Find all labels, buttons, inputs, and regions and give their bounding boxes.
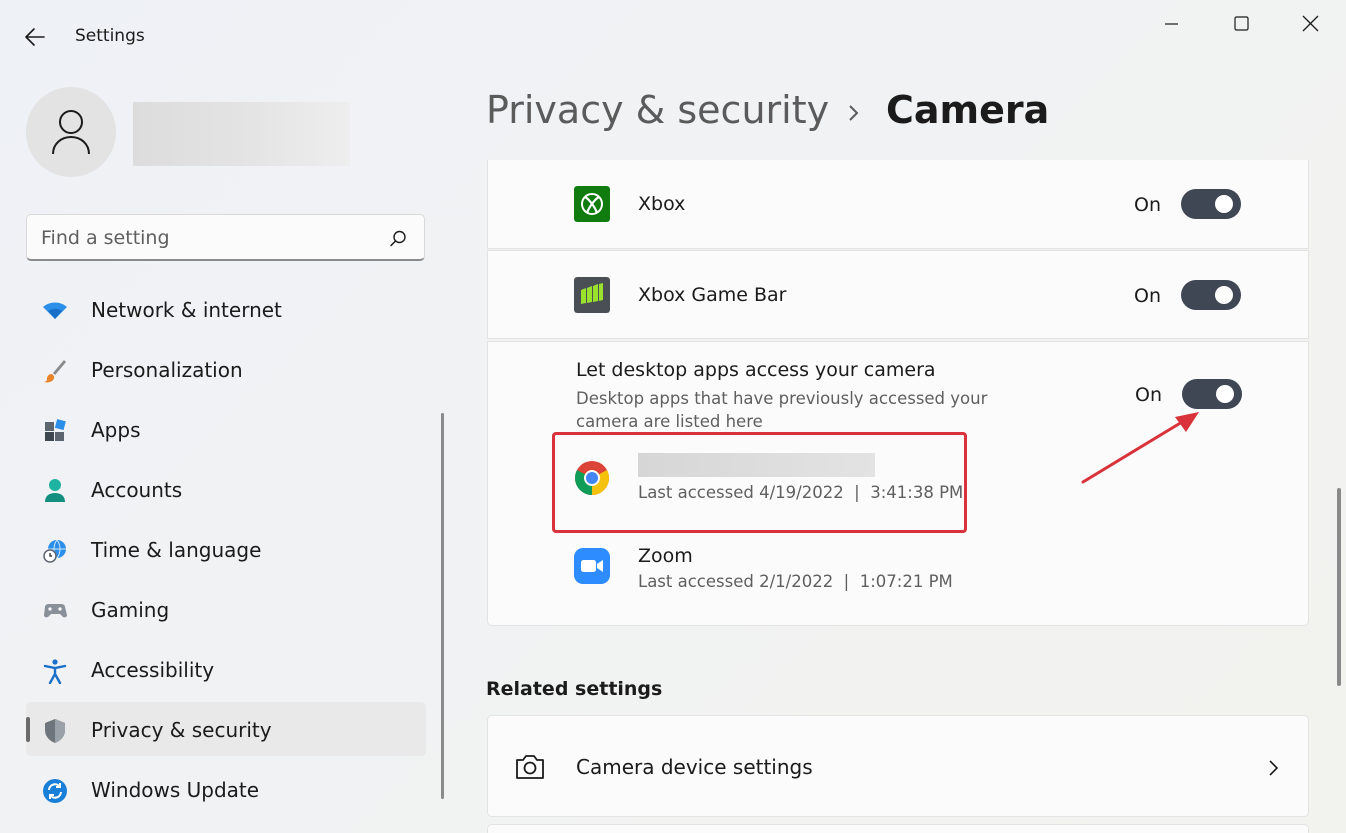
last-accessed-text: Last accessed 2/1/2022 | 1:07:21 PM: [638, 572, 953, 591]
app-name: Xbox Game Bar: [638, 284, 787, 306]
gamepad-icon: [44, 604, 67, 618]
accounts-icon: [45, 479, 65, 502]
desktop-apps-description: Desktop apps that have previously access…: [576, 389, 988, 431]
back-button[interactable]: [22, 24, 48, 50]
update-icon: [43, 779, 67, 803]
sidebar-item-windows-update[interactable]: Windows Update: [26, 762, 426, 816]
person-icon: [52, 110, 90, 155]
chevron-right-icon: [1269, 760, 1279, 776]
toggle-state-label: On: [1135, 384, 1162, 406]
apps-icon: [45, 419, 66, 441]
desktop-apps-title: Let desktop apps access your camera: [576, 359, 936, 381]
sidebar-nav: Network & internet Personalization Apps …: [26, 282, 426, 822]
close-icon: [1302, 15, 1319, 32]
sidebar-item-apps[interactable]: Apps: [26, 402, 426, 456]
app-row-xbox: Xbox On: [487, 160, 1309, 249]
maximize-icon: [1234, 16, 1249, 31]
title-bar: Settings: [0, 0, 1346, 70]
sidebar-item-label: Network & internet: [91, 298, 282, 322]
annotation-arrow-icon: [1081, 412, 1199, 484]
app-title: Settings: [75, 26, 145, 46]
sidebar-item-label: Privacy & security: [91, 718, 272, 742]
sidebar-item-accessibility[interactable]: Accessibility: [26, 642, 426, 696]
highlight-box: [552, 432, 967, 533]
maximize-button[interactable]: [1218, 10, 1264, 38]
xbox-camera-toggle[interactable]: [1181, 189, 1241, 219]
camera-icon: [516, 755, 544, 779]
app-row-xbox-game-bar: Xbox Game Bar On: [487, 250, 1309, 339]
globe-clock-icon: [43, 539, 66, 563]
search-icon[interactable]: [388, 229, 408, 249]
app-name: Zoom: [638, 545, 693, 567]
sidebar-item-time-language[interactable]: Time & language: [26, 522, 426, 576]
sidebar-item-label: Apps: [91, 418, 141, 442]
sidebar-scrollbar[interactable]: [441, 413, 444, 799]
toggle-state-label: On: [1134, 194, 1161, 216]
avatar[interactable]: [26, 87, 116, 177]
toggle-state-label: On: [1134, 285, 1161, 307]
shield-icon: [45, 719, 65, 743]
main-scrollbar[interactable]: [1337, 488, 1341, 686]
xbox-game-bar-camera-toggle[interactable]: [1181, 280, 1241, 310]
xbox-game-bar-icon: [574, 277, 610, 313]
brush-icon: [44, 360, 66, 383]
sidebar-item-label: Accounts: [91, 478, 183, 502]
minimize-button[interactable]: [1148, 10, 1194, 38]
sidebar-item-accounts[interactable]: Accounts: [26, 462, 426, 516]
close-button[interactable]: [1287, 10, 1333, 38]
xbox-icon: [574, 186, 610, 222]
search-box[interactable]: [26, 214, 425, 261]
page-title: Camera: [886, 88, 1050, 132]
sidebar-item-personalization[interactable]: Personalization: [26, 342, 426, 396]
accessibility-icon: [43, 659, 67, 684]
related-item-label: Camera device settings: [576, 755, 813, 779]
sidebar-item-label: Accessibility: [91, 658, 215, 682]
sidebar-item-network[interactable]: Network & internet: [26, 282, 426, 336]
sidebar-item-label: Gaming: [91, 598, 170, 622]
sidebar-item-label: Windows Update: [91, 778, 260, 802]
sidebar-item-privacy-security[interactable]: Privacy & security: [26, 702, 426, 756]
zoom-icon: [574, 548, 610, 584]
wifi-icon: [43, 302, 67, 319]
sidebar-item-label: Personalization: [91, 358, 243, 382]
camera-device-settings-link[interactable]: Camera device settings: [487, 715, 1309, 817]
search-input[interactable]: [41, 224, 371, 252]
breadcrumb-parent[interactable]: Privacy & security: [486, 88, 829, 132]
sidebar-item-gaming[interactable]: Gaming: [26, 582, 426, 636]
sidebar-item-label: Time & language: [91, 538, 262, 562]
minimize-icon: [1165, 23, 1178, 25]
related-settings-heading: Related settings: [486, 678, 663, 700]
next-related-card[interactable]: [487, 824, 1309, 833]
chevron-right-icon: [849, 105, 859, 121]
user-name-redacted: [133, 102, 350, 166]
back-arrow-icon: [25, 28, 45, 46]
app-name: Xbox: [638, 193, 686, 215]
